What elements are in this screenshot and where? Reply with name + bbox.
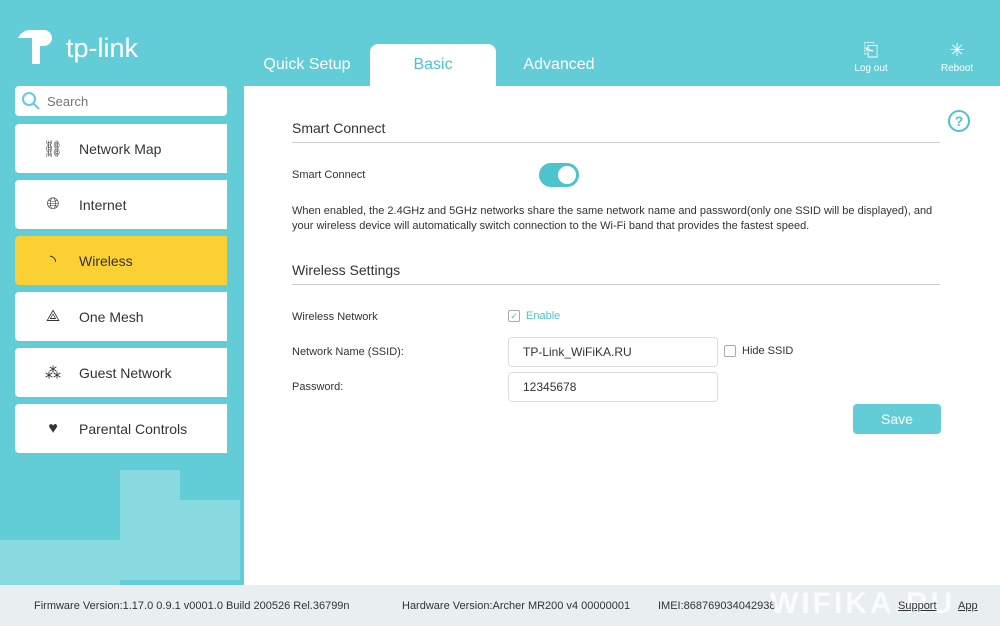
ssid-input[interactable]: TP-Link_WiFiKA.RU <box>508 337 718 367</box>
sidebar: ⛓ Network Map 🌐︎ Internet ◝ Wireless ⟁ One M… <box>15 124 227 460</box>
background-decoration <box>180 500 240 580</box>
password-label: Password: <box>292 381 344 393</box>
section-title: Wireless Settings <box>292 262 401 278</box>
search-box <box>15 86 227 116</box>
guests-icon: ⁂ <box>45 364 61 382</box>
network-map-icon: ⛓ <box>42 140 64 158</box>
enable-checkbox[interactable]: ✓ Enable <box>508 310 561 323</box>
checkbox-checked-icon: ✓ <box>508 310 520 323</box>
logout-button[interactable]: ⎗ Log out <box>846 40 896 74</box>
content-panel: ? Smart Connect Smart Connect When enabl… <box>244 86 1000 585</box>
sidebar-item-label: One Mesh <box>79 308 144 325</box>
checkbox-icon <box>724 345 736 358</box>
reboot-icon: ✳ <box>949 40 965 60</box>
wifi-icon: ◝ <box>49 252 57 270</box>
wireless-network-label: Wireless Network <box>292 311 378 323</box>
tp-link-logo-icon <box>18 29 52 64</box>
firmware-version: Firmware Version:1.17.0 0.9.1 v0001.0 Bu… <box>34 600 350 612</box>
main-tabs: Quick Setup Basic Advanced <box>244 44 622 86</box>
sidebar-item-label: Wireless <box>79 252 133 269</box>
tab-quick-setup[interactable]: Quick Setup <box>244 44 370 86</box>
hide-ssid-label: Hide SSID <box>742 345 794 357</box>
background-decoration <box>120 470 180 580</box>
globe-icon: 🌐︎ <box>46 195 60 213</box>
sidebar-item-label: Internet <box>79 196 127 213</box>
sidebar-item-label: Parental Controls <box>79 420 188 437</box>
save-button[interactable]: Save <box>853 404 941 434</box>
tab-advanced[interactable]: Advanced <box>496 44 622 86</box>
sidebar-item-label: Guest Network <box>79 364 172 381</box>
smart-connect-label: Smart Connect <box>292 169 366 181</box>
help-icon[interactable]: ? <box>948 110 970 132</box>
sidebar-item-internet[interactable]: 🌐︎ Internet <box>15 180 227 229</box>
footer: Firmware Version:1.17.0 0.9.1 v0001.0 Bu… <box>0 585 1000 626</box>
tp-link-logo: tp-link <box>14 28 138 68</box>
reboot-label: Reboot <box>940 63 974 74</box>
sidebar-item-guest-network[interactable]: ⁂ Guest Network <box>15 348 227 397</box>
search-icon <box>22 92 40 110</box>
hide-ssid-checkbox[interactable]: Hide SSID <box>724 345 794 358</box>
background-decoration <box>0 540 120 585</box>
mesh-icon: ⟁ <box>45 307 61 325</box>
enable-label: Enable <box>526 310 561 322</box>
password-input[interactable]: 12345678 <box>508 372 718 402</box>
smart-connect-toggle[interactable] <box>539 163 579 187</box>
toggle-knob <box>558 166 576 184</box>
sidebar-item-one-mesh[interactable]: ⟁ One Mesh <box>15 292 227 341</box>
imei: IMEI:868769034042938 <box>658 600 776 612</box>
support-link[interactable]: Support <box>898 600 937 612</box>
tab-basic[interactable]: Basic <box>370 44 496 86</box>
reboot-button[interactable]: ✳ Reboot <box>932 40 982 74</box>
sidebar-item-parental-controls[interactable]: ♥ Parental Controls <box>15 404 227 453</box>
sidebar-item-wireless[interactable]: ◝ Wireless <box>15 236 227 285</box>
brand-name: tp-link <box>66 32 139 63</box>
divider <box>292 142 940 143</box>
heart-icon: ♥ <box>48 419 58 437</box>
divider <box>292 284 940 285</box>
app-link[interactable]: App <box>958 600 978 612</box>
ssid-label: Network Name (SSID): <box>292 346 404 358</box>
smart-connect-description: When enabled, the 2.4GHz and 5GHz networ… <box>292 205 933 232</box>
search-input[interactable] <box>47 93 217 109</box>
sidebar-item-label: Network Map <box>79 140 162 157</box>
section-title: Smart Connect <box>292 120 386 136</box>
logout-icon: ⎗ <box>863 40 879 60</box>
sidebar-item-network-map[interactable]: ⛓ Network Map <box>15 124 227 173</box>
logout-label: Log out <box>854 63 888 74</box>
hardware-version: Hardware Version:Archer MR200 v4 0000000… <box>402 600 631 612</box>
